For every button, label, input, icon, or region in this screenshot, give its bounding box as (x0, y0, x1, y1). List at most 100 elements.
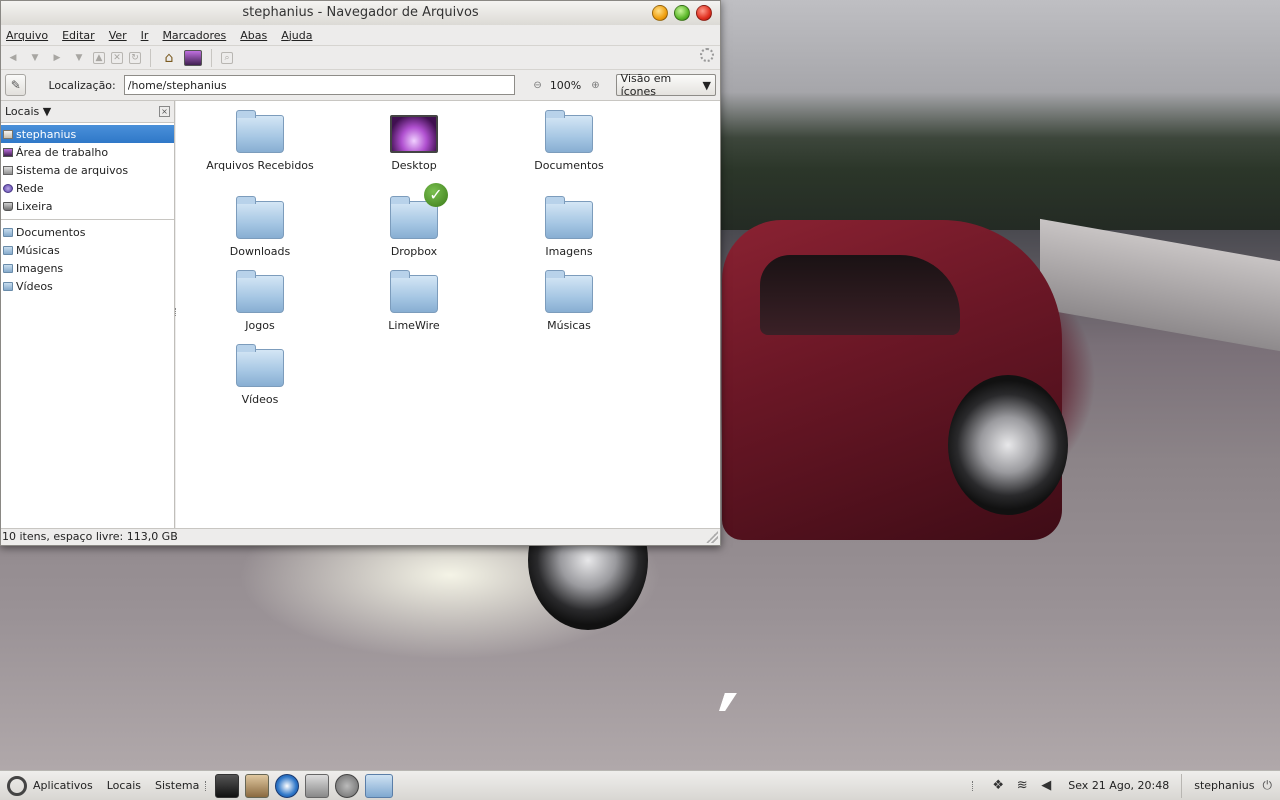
sidebar-item-rede[interactable]: Rede (1, 179, 174, 197)
panel-tray: ❖ ≋ ◀ Sex 21 Ago, 20:48 stephanius ⏻ (972, 773, 1280, 798)
sidebar-item-label: Sistema de arquivos (16, 163, 129, 177)
desktop-icon (3, 147, 13, 157)
menu-editar[interactable]: Editar (62, 29, 95, 42)
location-input[interactable] (123, 75, 516, 95)
file-item[interactable]: ✓ Dropbox (354, 183, 474, 258)
file-manager-task-icon[interactable] (365, 773, 394, 798)
panel-menu-sistema[interactable]: Sistema (155, 779, 199, 792)
sidebar-item-lixeira[interactable]: Lixeira (1, 197, 174, 215)
panel-menu-locais[interactable]: Locais (107, 779, 141, 792)
home-button[interactable]: ⌂ (160, 49, 178, 67)
close-button[interactable] (696, 5, 712, 21)
sidebar-item-stephanius[interactable]: stephanius (1, 125, 174, 143)
folder-icon (236, 110, 284, 153)
menu-ajuda[interactable]: Ajuda (281, 29, 312, 42)
sidebar-item-area-de-trabalho[interactable]: Área de trabalho (1, 143, 174, 161)
file-item[interactable]: Arquivos Recebidos (200, 110, 320, 172)
folder-icon (390, 196, 438, 239)
panel-menu-aplicativos[interactable]: Aplicativos (33, 779, 93, 792)
player-launcher-icon[interactable] (275, 773, 300, 798)
sidebar-item-label: Músicas (16, 243, 60, 257)
sidebar-item-videos[interactable]: Vídeos (1, 277, 174, 295)
stop-button[interactable]: ✕ (111, 51, 123, 64)
ubuntu-logo-icon[interactable] (7, 775, 27, 796)
up-button[interactable]: ▲ (93, 51, 105, 64)
back-button[interactable]: ◀ (5, 50, 21, 66)
sidebar-close-button[interactable]: × (159, 106, 170, 117)
sidebar-item-label: Rede (16, 181, 44, 195)
media-launcher-icon[interactable] (245, 773, 270, 798)
dropbox-tray-icon[interactable]: ❖ (990, 778, 1006, 794)
window-title: stephanius - Navegador de Arquivos (242, 5, 479, 20)
clock[interactable]: Sex 21 Ago, 20:48 (1068, 779, 1169, 792)
file-item[interactable]: Downloads (200, 196, 320, 258)
forward-button[interactable]: ▶ (49, 50, 65, 66)
resize-grip-icon[interactable] (706, 531, 718, 543)
file-item[interactable]: Imagens (509, 196, 629, 258)
terminal-launcher-icon[interactable] (215, 773, 240, 798)
toggle-path-edit-button[interactable]: ✎ (5, 74, 27, 96)
browser-launcher-icon[interactable] (335, 773, 360, 798)
sidebar-item-label: Lixeira (16, 199, 53, 213)
toolbar-separator (211, 48, 212, 67)
content-area: Locais ▼ × stephanius Área de trabalho S… (1, 101, 720, 528)
folder-icon (236, 344, 284, 387)
menu-ver[interactable]: Ver (109, 29, 127, 42)
sidebar-item-label: Vídeos (16, 279, 53, 293)
folder-icon (545, 270, 593, 313)
computer-button[interactable] (184, 49, 202, 66)
panel-separator (1181, 773, 1183, 798)
user-name[interactable]: stephanius (1194, 779, 1254, 792)
activity-spinner-icon (700, 48, 714, 62)
desktop-folder-icon (390, 115, 438, 153)
forward-history-button[interactable]: ▼ (71, 50, 87, 66)
search-button[interactable]: ⌕ (221, 51, 233, 64)
wallpaper-wheel-rear (948, 375, 1068, 515)
panel-grip-handle[interactable] (205, 780, 209, 791)
icon-view[interactable]: Arquivos Recebidos Desktop Documentos Do… (176, 101, 720, 528)
file-item[interactable]: Documentos (509, 110, 629, 172)
file-item[interactable]: Jogos (200, 270, 320, 332)
messenger-launcher-icon[interactable] (305, 773, 330, 798)
dropdown-arrow-icon: ▼ (702, 78, 712, 92)
folder-icon (236, 270, 284, 313)
sidebar-item-label: stephanius (16, 127, 77, 141)
maximize-button[interactable] (674, 5, 690, 21)
toolbar: ◀ ▼ ▶ ▼ ▲ ✕ ↻ ⌂ ⌕ (1, 45, 720, 70)
minimize-button[interactable] (652, 5, 668, 21)
folder-icon (390, 270, 438, 313)
view-mode-select[interactable]: Visão em ícones ▼ (615, 72, 717, 98)
reload-button[interactable]: ↻ (129, 51, 141, 64)
wifi-icon[interactable]: ≋ (1014, 778, 1030, 794)
panel-grip-handle[interactable] (972, 780, 976, 791)
status-text: 10 itens, espaço livre: 113,0 GB (2, 530, 178, 543)
file-name: LimeWire (388, 319, 440, 332)
file-item[interactable]: LimeWire (354, 270, 474, 332)
menu-ir[interactable]: Ir (141, 29, 149, 42)
file-item[interactable]: Desktop (354, 115, 474, 172)
folder-icon (545, 110, 593, 153)
sidebar-item-documentos[interactable]: Documentos (1, 223, 174, 241)
wallpaper-car-window (760, 255, 960, 335)
view-mode-value: Visão em ícones (620, 72, 672, 98)
zoom-out-icon[interactable]: ⊖ (533, 80, 541, 91)
location-bar: ✎ Localização: ⊖ 100% ⊕ Visão em ícones … (1, 70, 720, 101)
zoom-level[interactable]: 100% (550, 79, 581, 92)
sidebar-item-imagens[interactable]: Imagens (1, 259, 174, 277)
folder-icon (3, 263, 13, 273)
menu-marcadores[interactable]: Marcadores (162, 29, 226, 42)
sidebar-item-sistema-de-arquivos[interactable]: Sistema de arquivos (1, 161, 174, 179)
sidebar-header[interactable]: Locais ▼ × (1, 101, 174, 123)
file-item[interactable]: Vídeos (200, 344, 320, 406)
power-icon[interactable]: ⏻ (1263, 778, 1273, 793)
file-name: Downloads (229, 245, 291, 258)
menu-arquivo[interactable]: Arquivo (6, 29, 48, 42)
volume-icon[interactable]: ◀ (1038, 778, 1054, 794)
file-item[interactable]: Músicas (509, 270, 629, 332)
titlebar[interactable]: stephanius - Navegador de Arquivos (1, 1, 720, 25)
zoom-in-icon[interactable]: ⊕ (591, 80, 599, 91)
menu-abas[interactable]: Abas (240, 29, 267, 42)
home-icon (3, 129, 13, 139)
sidebar-item-musicas[interactable]: Músicas (1, 241, 174, 259)
back-history-button[interactable]: ▼ (27, 50, 43, 66)
